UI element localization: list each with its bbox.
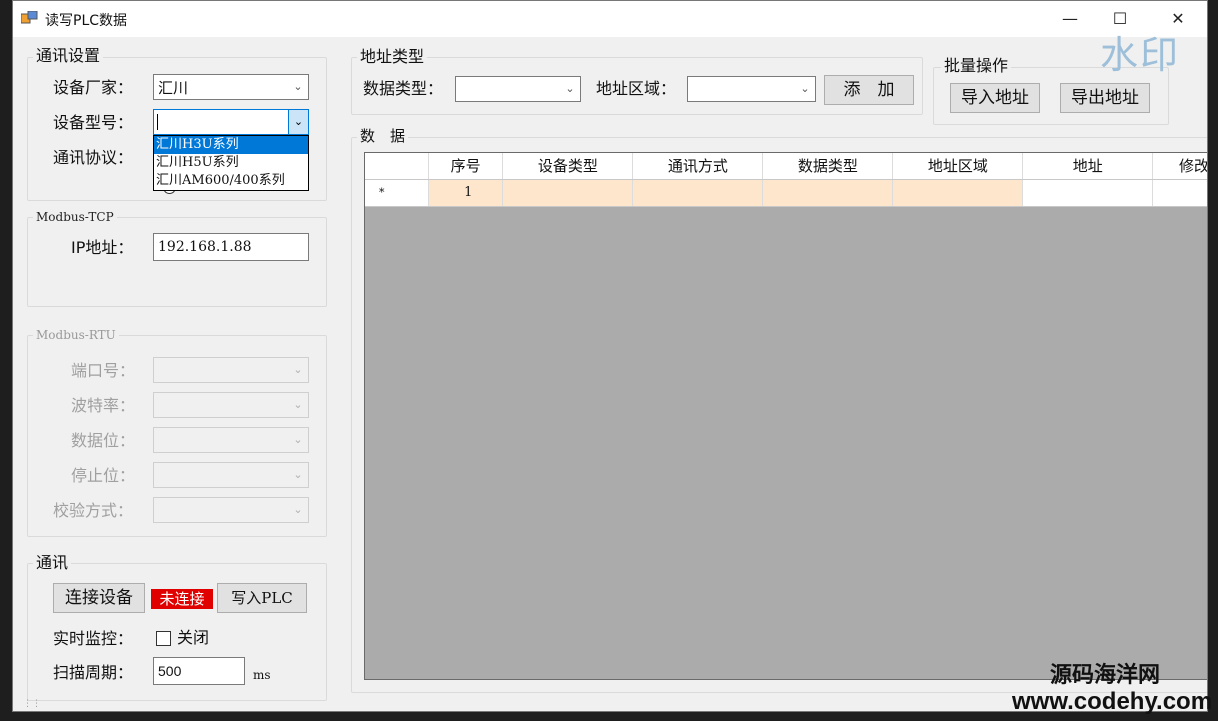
chevron-down-icon: ⌄ [293,503,303,516]
address-type-title: 地址类型 [357,48,428,66]
column-header[interactable]: 修改 [1152,153,1207,180]
model-select[interactable]: ⌄ [153,109,309,135]
modbus-tcp-group [27,217,327,307]
column-header[interactable]: 序号 [428,153,504,180]
baud-label: 波特率： [71,396,136,415]
address-area-select[interactable]: ⌄ [687,76,816,102]
data-table: 序号 设备类型 通讯方式 数据类型 地址区域 地址 修改 * 1 [365,153,1207,207]
text-caret [157,114,158,130]
scan-period-value: 500 [158,663,182,679]
data-type-select[interactable]: ⌄ [455,76,581,102]
watermark-text: 水印 [1100,33,1181,77]
table-cell[interactable] [1022,179,1154,207]
chevron-down-icon: ⌄ [293,433,303,446]
chevron-down-icon: ⌄ [800,82,810,95]
import-address-button[interactable]: 导入地址 [950,83,1040,113]
stopbits-label: 停止位： [71,466,136,485]
table-cell[interactable] [892,179,1024,207]
column-header[interactable]: 地址 [1022,153,1154,180]
table-cell[interactable] [502,179,634,207]
new-row-marker: * [365,179,429,207]
model-dropdown-list: 汇川H3U系列 汇川H5U系列 汇川AM600/400系列 [153,135,309,191]
protocol-label: 通讯协议： [53,148,134,167]
stopbits-select[interactable]: ⌄ [153,462,309,488]
export-address-button[interactable]: 导出地址 [1060,83,1150,113]
main-window: 读写PLC数据 — ☐ ✕ 通讯设置 设备厂家： 汇川 ⌄ 设备型号： ⌄ 汇川… [12,0,1208,712]
model-option[interactable]: 汇川H5U系列 [154,154,308,172]
write-plc-button[interactable]: 写入PLC [217,583,307,613]
add-button[interactable]: 添 加 [824,75,914,105]
data-grid[interactable]: 序号 设备类型 通讯方式 数据类型 地址区域 地址 修改 * 1 [364,152,1207,680]
column-header[interactable]: 设备类型 [502,153,634,180]
table-cell[interactable]: 1 [428,179,504,207]
chevron-down-icon: ⌄ [293,363,303,376]
model-option[interactable]: 汇川H3U系列 [154,136,308,154]
scan-unit: ms [253,668,271,682]
connection-status-badge: 未连接 [151,589,213,609]
port-select[interactable]: ⌄ [153,357,309,383]
resize-grip-icon[interactable]: ⋮⋮ [23,699,41,709]
app-icon [21,11,38,24]
column-header[interactable]: 数据类型 [762,153,894,180]
databits-label: 数据位： [71,431,136,450]
databits-select[interactable]: ⌄ [153,427,309,453]
monitor-checkbox[interactable] [156,631,171,646]
chevron-down-icon: ⌄ [293,398,303,411]
table-cell[interactable] [632,179,764,207]
column-header[interactable]: 通讯方式 [632,153,764,180]
ip-label: IP地址： [71,238,134,257]
modbus-rtu-title: Modbus-RTU [33,326,119,344]
data-title: 数 据 [357,127,409,145]
comm-settings-title: 通讯设置 [33,47,104,65]
table-header-row: 序号 设备类型 通讯方式 数据类型 地址区域 地址 修改 [365,153,1207,180]
address-area-label: 地址区域： [596,79,677,98]
modbus-tcp-title: Modbus-TCP [33,208,117,226]
column-header[interactable]: 地址区域 [892,153,1024,180]
table-cell[interactable] [1152,179,1207,207]
vendor-label: 设备厂家： [53,78,134,97]
chevron-down-icon: ⌄ [288,110,308,134]
data-type-label: 数据类型： [363,79,444,98]
connect-button[interactable]: 连接设备 [53,583,145,613]
scan-period-input[interactable]: 500 [153,657,245,685]
scan-label: 扫描周期： [53,663,134,682]
chevron-down-icon: ⌄ [565,82,575,95]
batch-title: 批量操作 [941,57,1012,75]
watermark-site-name: 源码海洋网 [1050,663,1161,688]
window-title: 读写PLC数据 [45,13,128,29]
title-bar: 读写PLC数据 — ☐ ✕ [13,1,1207,37]
chevron-down-icon: ⌄ [293,80,303,93]
parity-select[interactable]: ⌄ [153,497,309,523]
table-cell[interactable] [762,179,894,207]
table-row[interactable]: * 1 [365,179,1207,207]
ip-input[interactable]: 192.168.1.88 [153,233,309,261]
vendor-value: 汇川 [158,79,189,97]
ip-value: 192.168.1.88 [158,239,252,255]
port-label: 端口号： [71,361,136,380]
baud-select[interactable]: ⌄ [153,392,309,418]
parity-label: 校验方式： [53,501,134,520]
model-option[interactable]: 汇川AM600/400系列 [154,172,308,190]
watermark-url: www.codehy.com [1012,688,1213,715]
minimize-button[interactable]: — [1055,7,1085,31]
vendor-select[interactable]: 汇川 ⌄ [153,74,309,100]
monitor-label: 实时监控： [53,629,134,648]
model-label: 设备型号： [53,113,134,132]
chevron-down-icon: ⌄ [293,468,303,481]
monitor-checkbox-label: 关闭 [177,628,210,647]
row-header-corner [365,153,429,180]
comm-title: 通讯 [33,554,72,572]
